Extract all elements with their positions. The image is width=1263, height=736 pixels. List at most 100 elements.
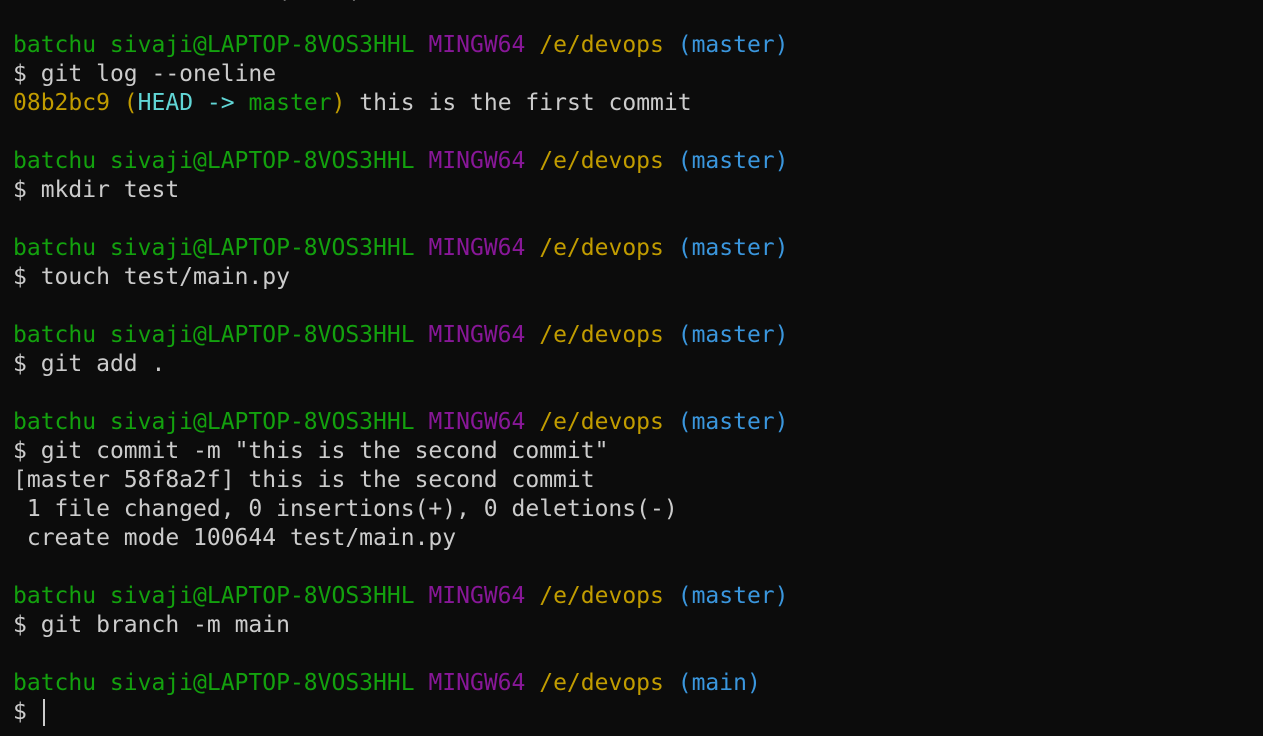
prompt-dollar: $ — [13, 177, 41, 203]
terminal-line: batchu sivaji@LAPTOP-8VOS3HHL MINGW64 /e… — [13, 669, 1263, 698]
prompt-system: MINGW64 — [428, 322, 526, 348]
prompt-path: /e/devops — [539, 409, 664, 435]
output-text: touch test/main.py — [40, 264, 290, 290]
prompt-system: MINGW64 — [428, 583, 526, 609]
terminal-line: batchu sivaji@LAPTOP-8VOS3HHL MINGW64 /e… — [13, 582, 1263, 611]
terminal-line: $ git add . — [13, 350, 1263, 379]
ref-branch: master — [248, 90, 332, 116]
prompt-user-host: batchu sivaji@LAPTOP-8VOS3HHL — [13, 235, 415, 261]
terminal-line: 08b2bc9 (HEAD -> master) this is the fir… — [13, 89, 1263, 118]
prompt-path: /e/devops — [539, 148, 664, 174]
ref-paren: ( — [123, 90, 138, 116]
prompt-user-host: batchu sivaji@LAPTOP-8VOS3HHL — [13, 148, 415, 174]
text-cursor[interactable] — [42, 699, 45, 726]
prompt-branch: (master) — [677, 583, 789, 609]
prompt-branch: (master) — [677, 409, 789, 435]
prompt-branch: (master) — [677, 32, 789, 58]
commit-hash: 08b2bc9 — [13, 90, 110, 116]
prompt-dollar: $ — [13, 264, 41, 290]
output-text: mkdir test — [40, 177, 180, 203]
output-text: [master 58f8a2f] this is the second comm… — [13, 467, 595, 493]
output-text: 1 file changed, 0 insertions(+), 0 delet… — [13, 496, 678, 522]
prompt-system: MINGW64 — [428, 148, 526, 174]
prompt-dollar: $ — [13, 351, 41, 377]
terminal-line: batchu sivaji@LAPTOP-8VOS3HHL MINGW64 /e… — [13, 408, 1263, 437]
prompt-user-host: batchu sivaji@LAPTOP-8VOS3HHL — [13, 583, 415, 609]
terminal-line: batchu sivaji@LAPTOP-8VOS3HHL MINGW64 /e… — [13, 147, 1263, 176]
terminal-line: $ touch test/main.py — [13, 263, 1263, 292]
output-text: git branch -m main — [40, 612, 290, 638]
output-text: git add . — [40, 351, 166, 377]
prompt-path: /e/devops — [539, 235, 664, 261]
output-text: create mode 100644 test/main.py — [13, 525, 457, 551]
prompt-user-host: batchu sivaji@LAPTOP-8VOS3HHL — [13, 409, 415, 435]
terminal-line: $ git commit -m "this is the second comm… — [13, 437, 1263, 466]
prompt-user-host: batchu sivaji@LAPTOP-8VOS3HHL — [13, 32, 415, 58]
terminal-line: $ — [13, 698, 1263, 727]
terminal-line: $ git log --oneline — [13, 60, 1263, 89]
prompt-branch: (main) — [677, 670, 761, 696]
prompt-dollar: $ — [13, 612, 41, 638]
prompt-system: MINGW64 — [428, 409, 526, 435]
terminal-line: 1 file changed, 0 insertions(+), 0 delet… — [13, 495, 1263, 524]
terminal-output: ˎ ˎbatchu sivaji@LAPTOP-8VOS3HHL MINGW64… — [13, 0, 1263, 727]
prompt-dollar: $ — [13, 699, 41, 725]
output-text: git log --oneline — [40, 61, 277, 87]
prompt-system: MINGW64 — [428, 32, 526, 58]
prompt-user-host: batchu sivaji@LAPTOP-8VOS3HHL — [13, 322, 415, 348]
prompt-branch: (master) — [677, 148, 789, 174]
prompt-path: /e/devops — [539, 322, 664, 348]
terminal-window[interactable]: ˎ ˎbatchu sivaji@LAPTOP-8VOS3HHL MINGW64… — [0, 0, 1263, 736]
prompt-path: /e/devops — [539, 670, 664, 696]
terminal-line: create mode 100644 test/main.py — [13, 524, 1263, 553]
terminal-line: batchu sivaji@LAPTOP-8VOS3HHL MINGW64 /e… — [13, 234, 1263, 263]
terminal-line: $ git branch -m main — [13, 611, 1263, 640]
terminal-line: batchu sivaji@LAPTOP-8VOS3HHL MINGW64 /e… — [13, 321, 1263, 350]
prompt-path: /e/devops — [539, 583, 664, 609]
prompt-path: /e/devops — [539, 32, 664, 58]
terminal-line: $ mkdir test — [13, 176, 1263, 205]
prompt-dollar: $ — [13, 61, 41, 87]
ref-head: HEAD — [137, 90, 194, 116]
prompt-system: MINGW64 — [428, 670, 526, 696]
output-text: git commit -m "this is the second commit… — [40, 438, 609, 464]
prompt-user-host: batchu sivaji@LAPTOP-8VOS3HHL — [13, 670, 415, 696]
prompt-branch: (master) — [677, 322, 789, 348]
ref-arrow: -> — [206, 90, 235, 116]
ref-paren: ) — [331, 90, 346, 116]
terminal-line: batchu sivaji@LAPTOP-8VOS3HHL MINGW64 /e… — [13, 31, 1263, 60]
prompt-system: MINGW64 — [428, 235, 526, 261]
terminal-line: [master 58f8a2f] this is the second comm… — [13, 466, 1263, 495]
prompt-dollar: $ — [13, 438, 41, 464]
